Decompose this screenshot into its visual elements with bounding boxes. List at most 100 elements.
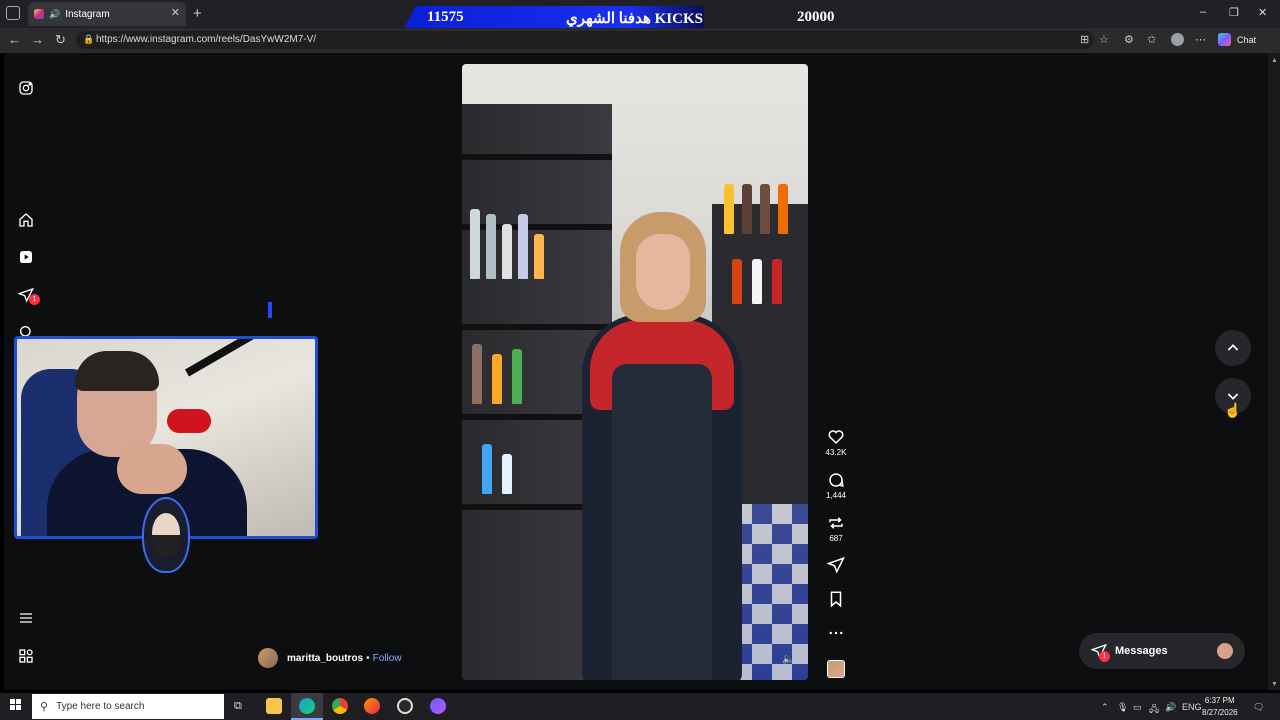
edge-browser-icon[interactable]: [299, 698, 315, 714]
firefox-browser-icon[interactable]: [364, 698, 380, 714]
reel-scene-bottle: [502, 454, 512, 494]
search-icon: ⚲: [40, 701, 49, 713]
avatar-beard: [152, 535, 180, 557]
favorite-star-icon[interactable]: ☆: [1099, 33, 1109, 46]
display-icon[interactable]: ▭: [1133, 702, 1142, 713]
kicks-goal-text: هدفنا الشهري KICKS: [566, 11, 703, 27]
page-scrollbar[interactable]: ▲ ▼: [1268, 53, 1280, 690]
comment-button[interactable]: 1,444: [826, 471, 846, 500]
audio-thumbnail[interactable]: [827, 660, 845, 678]
more-options-button[interactable]: [826, 624, 846, 642]
repost-icon: [829, 517, 843, 529]
reel-author: maritta_boutros • Follow: [258, 648, 402, 668]
chrome-browser-icon[interactable]: [332, 698, 348, 714]
taskbar-clock[interactable]: 6:37 PM 8/27/2026: [1202, 695, 1238, 719]
heart-icon: [828, 430, 844, 445]
obs-studio-icon[interactable]: [397, 698, 413, 714]
back-icon[interactable]: ←: [8, 32, 21, 47]
profile-avatar[interactable]: [1171, 33, 1184, 46]
minimize-button[interactable]: –: [1200, 6, 1206, 18]
tab-close-icon[interactable]: ✕: [171, 6, 180, 19]
tray-overflow-icon[interactable]: ⌃: [1101, 702, 1109, 713]
tab-title: Instagram: [65, 8, 110, 20]
comments-count: 1,444: [825, 491, 847, 500]
author-avatar[interactable]: [258, 648, 278, 668]
favorites-icon[interactable]: ✩: [1147, 33, 1156, 46]
taskbar-search-placeholder: Type here to search: [56, 701, 145, 712]
extensions-icon[interactable]: ⚙: [1124, 33, 1134, 46]
notification-badge: 1: [29, 294, 40, 305]
reel-scene-bottle: [772, 259, 782, 304]
share-button[interactable]: [826, 556, 846, 574]
clock-time: 6:37 PM: [1204, 696, 1235, 705]
copilot-label: Chat: [1237, 34, 1257, 45]
volume-tray-icon[interactable]: 🔊: [1165, 702, 1176, 713]
reel-scene-bottle: [778, 184, 788, 234]
reels-icon[interactable]: [18, 249, 34, 265]
menu-icon[interactable]: [18, 610, 34, 626]
also-from-meta-icon[interactable]: [18, 648, 34, 664]
windows-start-icon[interactable]: [10, 699, 22, 711]
instagram-logo-icon[interactable]: [18, 80, 34, 96]
streamer-avatar-logo: [142, 497, 190, 573]
notifications-icon[interactable]: 🗨: [1253, 702, 1264, 713]
save-button[interactable]: [826, 590, 846, 608]
new-tab-button[interactable]: +: [193, 5, 202, 22]
kicks-goal-count: 20000: [797, 9, 835, 25]
messages-label: Messages: [1115, 645, 1168, 657]
share-icon: [827, 556, 845, 574]
reel-scene-bottle: [502, 224, 512, 279]
tab-actions-button[interactable]: [6, 6, 20, 20]
messages-badge: 1: [1099, 651, 1110, 662]
copilot-chat-button[interactable]: Chat: [1218, 33, 1256, 46]
author-separator: •: [366, 652, 370, 664]
task-view-icon[interactable]: ⧉: [234, 700, 242, 713]
stream-cursor-marker: [268, 302, 272, 318]
webcam-microphone: [167, 409, 211, 433]
split-screen-icon[interactable]: ⊞: [1080, 33, 1089, 46]
lock-icon[interactable]: 🔒: [83, 34, 94, 45]
reel-scene-bottle: [752, 259, 762, 304]
webcam-streamer-headphones: [75, 351, 159, 391]
reel-scene-bottle: [742, 184, 752, 234]
more-menu-icon[interactable]: ⋯: [1195, 33, 1206, 46]
taskbar-search-input[interactable]: ⚲ Type here to search: [32, 694, 224, 719]
reel-scene-bottle: [482, 444, 492, 494]
microphone-icon[interactable]: 🎙: [1117, 702, 1128, 713]
volume-icon[interactable]: 🔈: [782, 654, 794, 665]
refresh-icon[interactable]: ↻: [55, 32, 66, 48]
like-button[interactable]: 43.2K: [826, 428, 846, 457]
reel-scene-bottle: [724, 184, 734, 234]
speaker-icon[interactable]: 🔊: [49, 9, 60, 20]
messenger-app-icon[interactable]: [430, 698, 446, 714]
url-field[interactable]: 🔒 https://www.instagram.com/reels/DasYwW…: [76, 31, 1094, 49]
home-icon[interactable]: [18, 212, 34, 228]
tab-instagram[interactable]: 🔊 Instagram ✕: [28, 2, 186, 26]
reel-scene-bottle: [760, 184, 770, 234]
follow-button[interactable]: Follow: [373, 653, 402, 664]
reel-scene-bottle: [492, 354, 502, 404]
language-indicator[interactable]: ENG: [1182, 702, 1202, 712]
scroll-down-icon[interactable]: ▼: [1271, 681, 1278, 688]
network-icon[interactable]: 🖧: [1149, 702, 1159, 718]
reel-scene-person-face: [636, 234, 690, 310]
comment-icon: [829, 473, 844, 488]
reel-scene-shelf: [462, 154, 612, 160]
webcam-mic-arm: [185, 339, 302, 377]
reel-video[interactable]: [462, 64, 808, 680]
url-text: https://www.instagram.com/reels/DasYwW2M…: [96, 34, 317, 45]
close-window-button[interactable]: ✕: [1258, 6, 1267, 19]
clock-date: 8/27/2026: [1202, 708, 1238, 717]
restore-button[interactable]: ❐: [1229, 6, 1239, 19]
kicks-current-count: 11575: [427, 9, 464, 25]
reel-scene-bottle: [518, 214, 528, 279]
repost-button[interactable]: 687: [826, 514, 846, 543]
author-username[interactable]: maritta_boutros: [287, 653, 363, 664]
bookmark-icon: [830, 591, 842, 608]
file-explorer-icon[interactable]: [266, 698, 282, 714]
forward-icon[interactable]: →: [31, 32, 44, 47]
previous-reel-button[interactable]: [1215, 330, 1251, 366]
reel-scene-bottle: [472, 344, 482, 404]
hand-cursor-icon: ☝: [1224, 402, 1242, 418]
scroll-up-icon[interactable]: ▲: [1271, 57, 1278, 64]
